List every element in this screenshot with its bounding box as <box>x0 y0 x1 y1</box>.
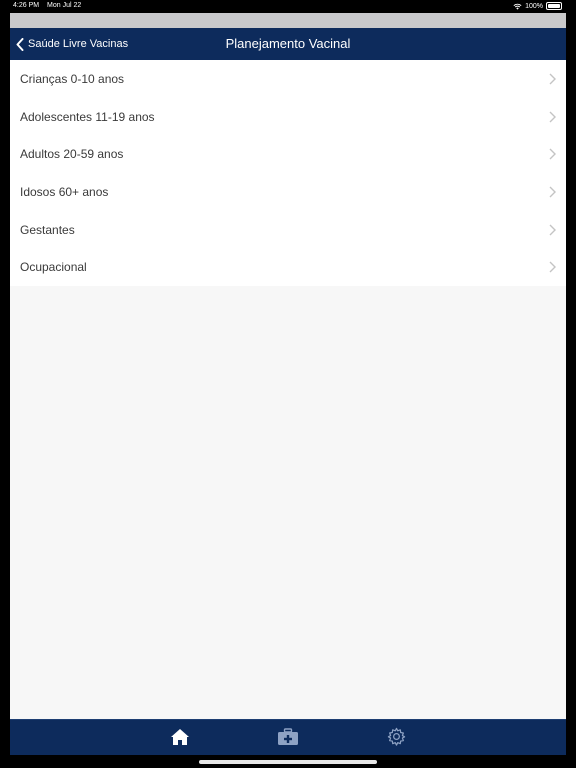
list-item-ocupacional[interactable]: Ocupacional <box>10 248 566 286</box>
home-indicator <box>199 760 377 764</box>
gear-icon <box>387 727 406 751</box>
list-item-idosos[interactable]: Idosos 60+ anos <box>10 173 566 211</box>
wifi-icon <box>513 3 522 10</box>
battery-icon <box>546 2 562 10</box>
tab-bar <box>10 719 566 755</box>
list-item-label: Crianças 0-10 anos <box>20 71 125 86</box>
medical-kit-icon <box>277 727 299 751</box>
vaccination-plan-list: Crianças 0-10 anos Adolescentes 11-19 an… <box>10 60 566 287</box>
list-item-gestantes[interactable]: Gestantes <box>10 211 566 249</box>
chevron-right-icon <box>549 186 556 198</box>
top-strip <box>10 13 566 28</box>
chevron-right-icon <box>549 73 556 85</box>
list-item-adultos[interactable]: Adultos 20-59 anos <box>10 135 566 173</box>
navigation-bar: Saúde Livre Vacinas Planejamento Vacinal <box>10 28 566 60</box>
status-date: Mon Jul 22 <box>47 2 82 9</box>
list-item-label: Gestantes <box>20 222 75 237</box>
battery-percent: 100% <box>525 2 543 10</box>
list-item-label: Adultos 20-59 anos <box>20 147 124 162</box>
tab-home[interactable] <box>168 728 192 751</box>
list-item-label: Idosos 60+ anos <box>20 184 109 199</box>
tab-medical[interactable] <box>276 727 300 751</box>
status-time: 4:26 PM <box>13 2 40 9</box>
home-icon <box>170 728 190 751</box>
back-label: Saúde Livre Vacinas <box>28 38 129 50</box>
status-right: 100% <box>513 2 562 10</box>
chevron-right-icon <box>549 111 556 123</box>
list-item-adolescentes[interactable]: Adolescentes 11-19 anos <box>10 98 566 136</box>
tab-settings[interactable] <box>384 727 408 751</box>
chevron-right-icon <box>549 224 556 236</box>
app-screen: Saúde Livre Vacinas Planejamento Vacinal… <box>10 13 566 755</box>
list-item-label: Ocupacional <box>20 260 87 275</box>
chevron-right-icon <box>549 261 556 273</box>
back-button[interactable]: Saúde Livre Vacinas <box>16 28 128 60</box>
status-bar: 4:26 PM Mon Jul 22 100% <box>0 0 576 13</box>
list-item-label: Adolescentes 11-19 anos <box>20 109 155 124</box>
list-item-criancas[interactable]: Crianças 0-10 anos <box>10 60 566 98</box>
chevron-left-icon <box>16 37 24 51</box>
status-left: 4:26 PM Mon Jul 22 <box>13 2 87 9</box>
chevron-right-icon <box>549 148 556 160</box>
